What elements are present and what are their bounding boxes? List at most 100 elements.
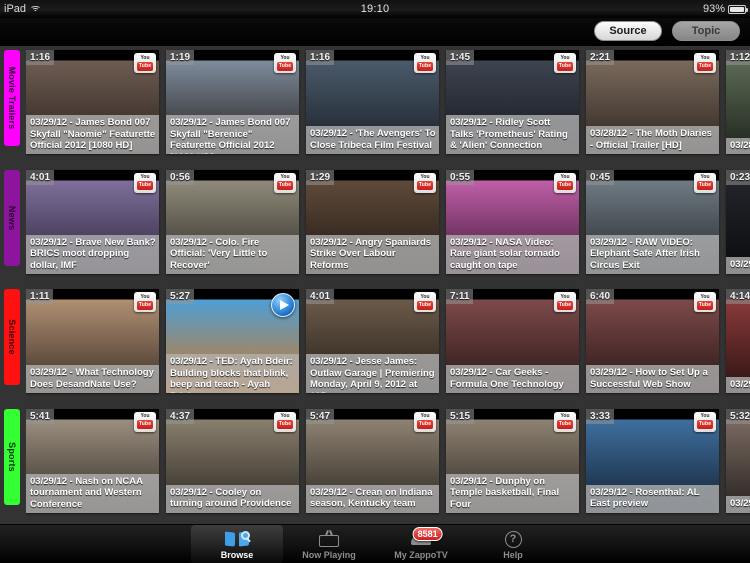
video-card[interactable]: 5:27 03/29/12 - TED: Ayah Bdeir: Building… <box>166 289 299 393</box>
video-card[interactable]: 1:19 You Tube 03/29/12 - James Bond 007 Sky… <box>166 50 299 154</box>
video-strip[interactable]: 4:01 You Tube 03/29/12 - Brave New Bank? BR… <box>26 166 750 286</box>
video-title: 03/29/12 - 'The Avengers' To Close Tribe… <box>306 126 439 154</box>
video-title: 03/29/12 - Colo. Fire Official: 'Very Li… <box>166 234 299 274</box>
video-duration: 4:01 <box>306 289 335 304</box>
youtube-icon-top: You <box>420 293 430 300</box>
video-title: 03/29/12 - James Bond 007 Skyfall "Beren… <box>166 115 299 154</box>
top-toolbar: Source Topic <box>0 18 750 46</box>
video-strip[interactable]: 1:16 You Tube 03/29/12 - James Bond 007 Sky… <box>26 46 750 166</box>
video-card[interactable]: 1:11 You Tube 03/29/12 - What Technology Do… <box>26 289 159 393</box>
youtube-icon[interactable]: You Tube <box>694 411 716 432</box>
tab-browse[interactable]: Browse <box>191 525 283 563</box>
video-duration: 5:47 <box>306 408 335 424</box>
video-duration: 6:40 <box>586 289 615 304</box>
youtube-icon-top: You <box>280 54 290 61</box>
category-tab-label: News <box>7 205 17 230</box>
youtube-icon-tube: Tube <box>697 300 713 310</box>
video-title: 03/29/12 - How to Set Up a Successful We… <box>586 365 719 393</box>
video-card[interactable]: 0:55 You Tube 03/29/12 - NASA Video: Rare g… <box>446 169 579 274</box>
youtube-icon[interactable]: You Tube <box>134 411 156 432</box>
source-topic-segmented-control[interactable]: Source Topic <box>594 21 740 41</box>
youtube-icon-top: You <box>560 54 570 61</box>
video-duration: 4:14 <box>726 289 750 304</box>
youtube-icon[interactable]: You Tube <box>414 411 436 432</box>
video-card[interactable]: 0:23YouTube03/29/12 - pion 29/0 <box>726 169 750 274</box>
category-tab-news[interactable]: News <box>4 169 20 266</box>
battery-percent-label: 93% <box>702 3 725 15</box>
video-card[interactable]: 3:33 You Tube 03/29/12 - Rosenthal: AL East… <box>586 408 719 513</box>
video-card[interactable]: 5:47 You Tube 03/29/12 - Crean on Indiana s… <box>306 408 439 513</box>
video-strip[interactable]: 5:41 You Tube 03/29/12 - Nash on NCAA tourn… <box>26 405 750 525</box>
video-title: 03/29/12 - James Bond 007 Skyfall "Naomi… <box>26 115 159 154</box>
youtube-icon-top: You <box>700 413 710 419</box>
video-card[interactable]: 1:16 You Tube 03/29/12 - James Bond 007 Sky… <box>26 50 159 154</box>
youtube-icon[interactable]: You Tube <box>134 53 156 73</box>
category-row: News 4:01 You Tube 03/29/12 - Brave New Bank… <box>0 166 750 286</box>
youtube-icon-top: You <box>280 174 290 180</box>
topic-button[interactable]: Topic <box>672 21 740 41</box>
video-card[interactable]: 1:16 You Tube 03/29/12 - 'The Avengers' To … <box>306 50 439 154</box>
video-duration: 1:16 <box>26 50 55 65</box>
video-card[interactable]: 1:29 You Tube 03/29/12 - Angry Spaniards St… <box>306 169 439 274</box>
youtube-icon[interactable]: You Tube <box>554 292 576 312</box>
video-card[interactable]: 5:32YouTube03/29/12 - poss <box>726 408 750 513</box>
category-tab-movie-trailers[interactable]: Movie Trailers <box>4 50 20 146</box>
video-card[interactable]: 7:11 You Tube 03/29/12 - Car Geeks - Formul… <box>446 289 579 393</box>
youtube-icon[interactable]: You Tube <box>134 292 156 312</box>
youtube-icon[interactable]: You Tube <box>694 172 716 193</box>
video-card[interactable]: 5:15 You Tube 03/29/12 - Dunphy on Temple b… <box>446 408 579 513</box>
category-tab-label: Movie Trailers <box>7 66 17 130</box>
video-card[interactable]: 4:37 You Tube 03/29/12 - Cooley on turning … <box>166 408 299 513</box>
youtube-icon[interactable]: You Tube <box>554 172 576 193</box>
video-card[interactable]: 1:45 You Tube 03/29/12 - Ridley Scott Talks… <box>446 50 579 154</box>
video-card[interactable]: 4:01 You Tube 03/29/12 - Jesse James: Outla… <box>306 289 439 393</box>
video-duration: 2:21 <box>586 50 615 65</box>
video-duration: 1:45 <box>446 50 475 65</box>
tab-my-zappotv[interactable]: 8581 My ZappoTV <box>375 525 467 563</box>
video-card[interactable]: 4:14YouTube03/29/12 - Helpi <box>726 289 750 393</box>
category-tab-label: Sports <box>7 441 17 472</box>
youtube-icon[interactable]: You Tube <box>414 53 436 73</box>
video-card[interactable]: 6:40 You Tube 03/29/12 - How to Set Up a Su… <box>586 289 719 393</box>
source-button[interactable]: Source <box>594 21 662 41</box>
youtube-icon[interactable]: You Tube <box>554 411 576 432</box>
video-title: 03/29/12 - Dunphy on Temple basketball, … <box>446 473 579 513</box>
video-card[interactable]: 0:56 You Tube 03/29/12 - Colo. Fire Officia… <box>166 169 299 274</box>
video-strip[interactable]: 1:11 You Tube 03/29/12 - What Technology Do… <box>26 285 750 405</box>
youtube-icon[interactable]: You Tube <box>694 292 716 312</box>
youtube-icon[interactable]: You Tube <box>554 53 576 73</box>
tab-help[interactable]: ? Help <box>467 525 559 563</box>
video-duration: 1:12 <box>726 50 750 65</box>
video-title: 03/28/12 - The Moth Diaries - Official T… <box>586 126 719 154</box>
youtube-icon[interactable]: You Tube <box>274 172 296 193</box>
tab-now-playing[interactable]: Now Playing <box>283 525 375 563</box>
video-card[interactable]: 4:01 You Tube 03/29/12 - Brave New Bank? BR… <box>26 169 159 274</box>
video-card[interactable]: 5:41 You Tube 03/29/12 - Nash on NCAA tourn… <box>26 408 159 513</box>
video-title: 03/29/12 - pion 29/0 <box>726 257 750 274</box>
youtube-icon[interactable]: You Tube <box>274 411 296 432</box>
video-title: 03/29/12 - Rosenthal: AL East preview <box>586 484 719 513</box>
play-icon[interactable] <box>271 293 295 317</box>
video-title: 03/29/12 - Ridley Scott Talks 'Prometheu… <box>446 115 579 154</box>
youtube-icon[interactable]: You Tube <box>694 53 716 73</box>
youtube-icon[interactable]: You Tube <box>414 172 436 193</box>
video-card[interactable]: 0:45 You Tube 03/29/12 - RAW VIDEO: Elephan… <box>586 169 719 274</box>
video-card[interactable]: 1:12YouTube03/28/12 - Official Trailer <box>726 50 750 154</box>
video-duration: 4:01 <box>26 169 55 185</box>
youtube-icon-tube: Tube <box>697 181 713 190</box>
youtube-icon-top: You <box>140 174 150 180</box>
youtube-icon-top: You <box>420 174 430 180</box>
video-duration: 4:37 <box>166 408 195 424</box>
bottom-tab-bar: Browse Now Playing 8581 My ZappoTV? Help <box>0 524 750 563</box>
video-title: 03/29/12 - Helpi <box>726 376 750 393</box>
youtube-icon[interactable]: You Tube <box>274 53 296 73</box>
category-tab-sports[interactable]: Sports <box>4 408 20 505</box>
youtube-icon-tube: Tube <box>557 61 573 71</box>
category-tab-science[interactable]: Science <box>4 289 20 385</box>
youtube-icon[interactable]: You Tube <box>134 172 156 193</box>
video-card[interactable]: 2:21 You Tube 03/28/12 - The Moth Diaries -… <box>586 50 719 154</box>
youtube-icon[interactable]: You Tube <box>414 292 436 312</box>
zappotv-icon: 8581 <box>411 526 443 549</box>
video-title: 03/28/12 - Official Trailer <box>726 137 750 154</box>
video-duration: 0:45 <box>586 169 615 185</box>
